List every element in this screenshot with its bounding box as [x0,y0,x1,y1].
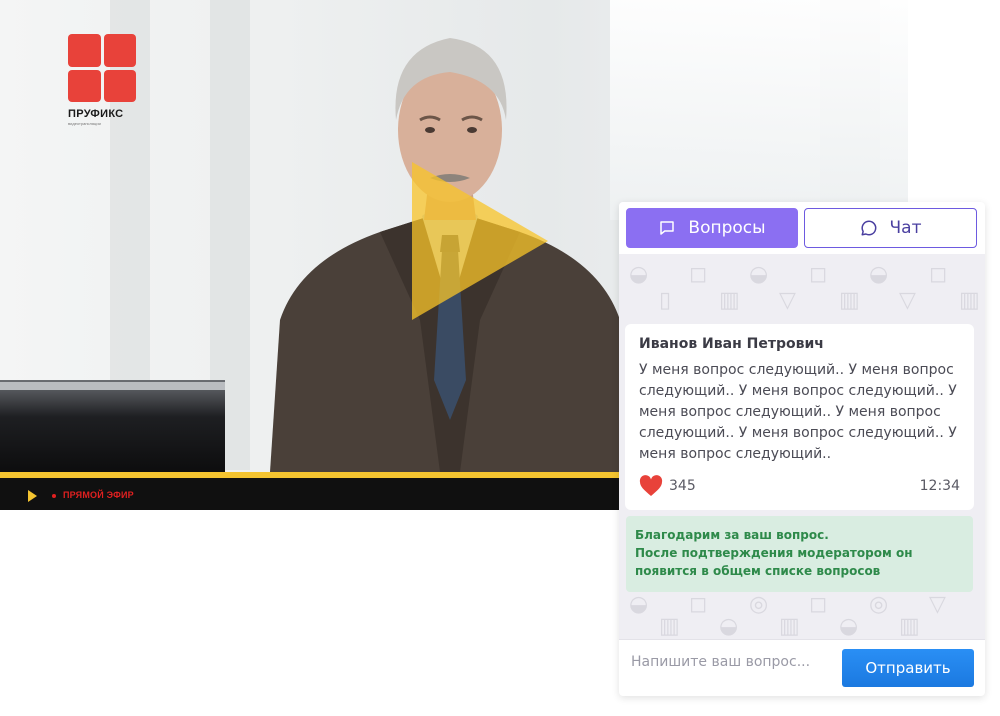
question-author: Иванов Иван Петрович [639,336,824,352]
notice-line-2: После подтверждения модератором он появи… [635,546,913,578]
pattern-burger-icon: ◒ [749,262,769,287]
send-button[interactable]: Отправить [842,649,974,687]
pattern-burger-icon: ◒ [869,262,889,287]
question-input[interactable] [631,650,831,674]
pattern-cup-icon: ◻ [809,592,828,617]
logo-mark-icon [68,34,136,102]
pattern-burger-icon: ◒ [629,592,649,617]
pattern-cup-icon: ◻ [809,262,828,287]
pattern-fries-icon: ▥ [659,614,680,639]
pattern-cup-icon: ◻ [689,592,708,617]
panel-tabs: Вопросы Чат [619,202,985,254]
question-footer: 345 12:34 [639,474,960,498]
question-time: 12:34 [919,478,960,494]
pattern-icecream-icon: ▽ [929,592,946,617]
message-square-icon [660,221,675,235]
logo: ПРУФИКС видеотрансляции [68,34,140,126]
questions-panel: Вопросы Чат ◒ ◻ ◒ ◻ ◒ ◻ ▯ ▥ ▽ ▥ ▽ ▥ ◒ ◻ … [619,202,985,696]
pattern-burger-icon: ◒ [839,614,859,639]
pattern-fries-icon: ▥ [839,288,860,313]
question-card: Иванов Иван Петрович У меня вопрос следу… [625,324,974,510]
live-indicator-dot [52,494,56,498]
pattern-cup-icon: ▯ [659,288,672,313]
pattern-icecream-icon: ▽ [899,288,916,313]
background-window [610,0,908,220]
tab-questions-label: Вопросы [688,218,766,238]
live-label: ПРЯМОЙ ЭФИР [63,490,134,500]
pattern-cup-icon: ◻ [689,262,708,287]
question-text: У меня вопрос следующий.. У меня вопрос … [639,362,957,462]
pattern-donut-icon: ◎ [749,592,769,617]
play-icon[interactable] [412,162,548,320]
small-play-icon[interactable] [28,490,37,502]
pattern-fries-icon: ▥ [719,288,740,313]
pattern-burger-icon: ◒ [719,614,739,639]
heart-icon[interactable] [639,475,663,497]
background-desk-top [0,382,225,390]
pattern-cup-icon: ◻ [929,262,948,287]
pattern-fries-icon: ▥ [899,614,920,639]
pattern-donut-icon: ◎ [869,592,889,617]
logo-name: ПРУФИКС [68,108,124,120]
logo-subtitle: видеотрансляции [68,121,101,126]
background-desk [0,380,225,472]
page: ПРЯМОЙ ЭФИР ПРУФИКС видеотрансляции Вопр… [0,0,1000,716]
pattern-icecream-icon: ▽ [779,288,796,313]
pattern-fries-icon: ▥ [779,614,800,639]
tab-questions[interactable]: Вопросы [626,208,798,248]
tab-chat[interactable]: Чат [804,208,977,248]
pattern-burger-icon: ◒ [629,262,649,287]
notice-line-1: Благодарим за ваш вопрос. [635,528,829,542]
pattern-fries-icon: ▥ [959,288,980,313]
chat-bubble-icon [860,220,876,236]
moderation-notice: Благодарим за ваш вопрос. После подтверж… [626,516,973,592]
question-composer: Отправить [619,639,985,696]
tab-chat-label: Чат [889,218,922,238]
like-count: 345 [669,478,696,494]
